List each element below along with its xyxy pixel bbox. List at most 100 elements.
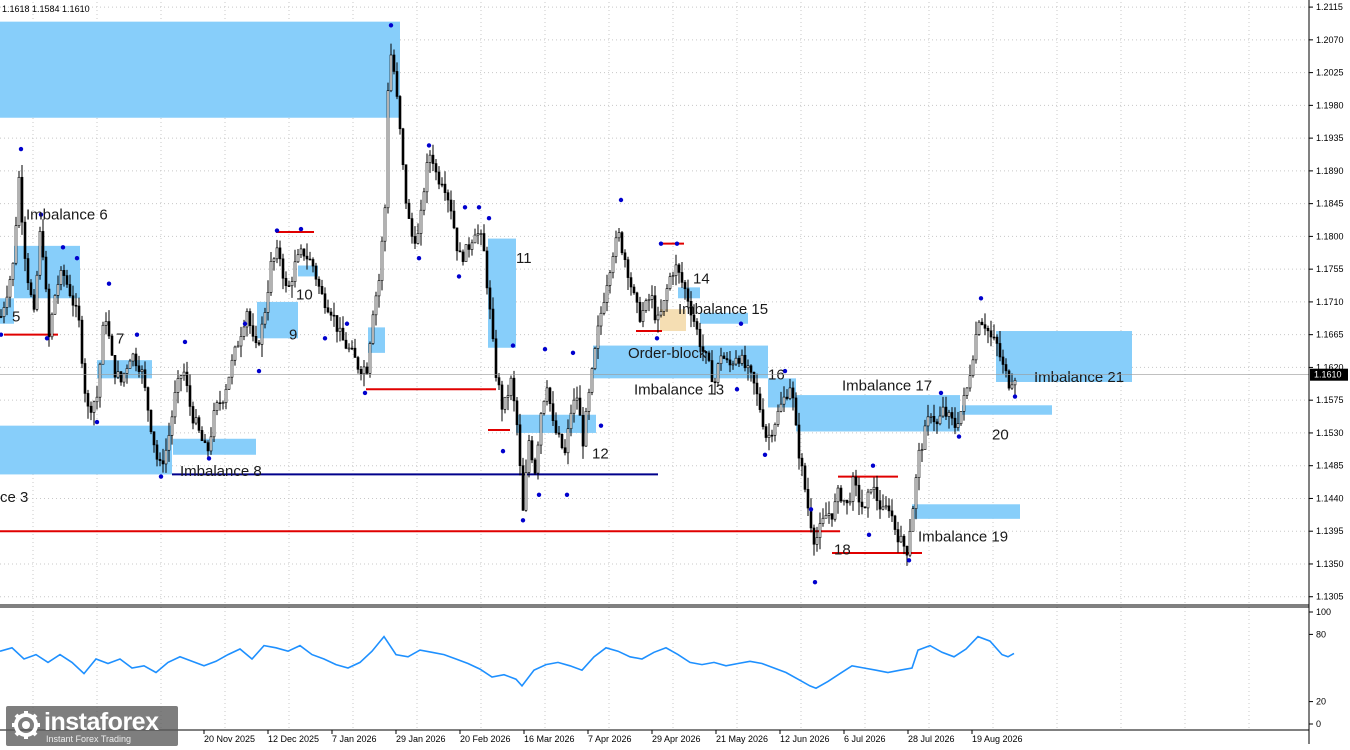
candle-body [41,231,45,258]
candle-body [29,282,33,296]
candle-body [578,397,582,416]
candle-body [959,411,963,425]
candle-body [860,501,864,508]
candle-body [452,210,456,229]
candle-body [53,295,57,315]
zone-label: 12 [592,445,609,462]
candle-body [794,397,798,426]
candle-body [314,265,318,280]
candle-body [191,406,195,424]
candle-body [575,397,579,401]
price-tick-label: 1.1890 [1316,166,1344,176]
candle-body [95,396,99,403]
candle-body [764,426,768,438]
candle-body [836,487,840,503]
candle-body [503,396,507,410]
candle-body [473,234,477,244]
candle-body [674,264,678,276]
candle-body [773,424,777,436]
swing-point [870,463,876,468]
candle-body [761,409,765,427]
candle-body [413,236,417,244]
candle-body [65,275,69,285]
price-tick-label: 1.1800 [1316,231,1344,241]
candle-body [872,486,876,490]
swing-point [134,332,140,337]
candle-body [0,316,3,318]
candle-body [104,321,108,326]
candle-body [1013,380,1017,386]
swing-point [362,390,368,396]
candle-body [68,284,72,297]
zone-label: Imbalance 17 [842,378,932,395]
candle-body [518,424,522,466]
candle-body [389,54,393,92]
candle-body [542,400,546,414]
candle-body [581,415,585,447]
candle-body [71,295,75,306]
candle-body [458,250,462,253]
candle-body [203,440,207,443]
candle-body [893,515,897,530]
price-tick-label: 1.1980 [1316,100,1344,110]
osc-tick-label: 0 [1316,719,1321,729]
candle-body [302,248,306,257]
zone-label: Imbalance 6 [26,207,108,224]
candle-body [614,237,618,257]
candle-body [740,354,744,364]
candle-body [83,363,87,394]
candle-body [326,307,330,313]
candle-body [5,296,9,308]
candle-body [818,523,822,538]
zone-label: 10 [296,287,313,304]
candle-body [170,416,174,436]
candle-body [101,324,105,365]
swing-point [44,336,50,341]
candle-body [596,325,600,349]
candle-body [506,395,510,398]
candle-body [659,311,663,316]
candle-body [563,447,567,454]
candle-body [89,405,93,413]
candle-body [299,248,303,256]
swing-point [938,390,944,396]
candle-body [395,71,399,97]
candle-body [806,489,810,509]
candle-body [476,233,480,236]
candle-body [620,232,624,254]
candle-body [731,363,735,366]
watermark-tagline: Instant Forex Trading [46,734,132,744]
swing-point [426,143,432,148]
swing-point [298,226,304,232]
candle-body [242,326,246,337]
candle-body [383,207,387,242]
candle-body [845,499,849,504]
swing-point [18,146,24,152]
candle-body [932,415,936,423]
candle-body [164,449,168,465]
swing-point [462,205,468,210]
swing-point [0,332,4,337]
candle-body [491,308,495,340]
candle-body [17,176,21,226]
candle-body [791,387,795,399]
candle-body [482,233,486,252]
candle-body [188,385,192,407]
candle-body [470,242,474,250]
candle-body [521,465,525,511]
swing-point [256,368,262,374]
price-tick-label: 1.1935 [1316,133,1344,143]
candle-body [86,393,90,407]
chart-canvas[interactable]: Imbalance 6 5 7 9 10 11 Imbalance 8 ce 3 12 14 Imb… [0,0,1350,750]
instaforex-watermark: instaforex Instant Forex Trading [6,706,178,746]
candle-body [479,233,483,235]
imbalance-17 [796,395,960,432]
candle-body [146,387,150,411]
date-tick-label: 20 Feb 2026 [460,734,511,744]
candle-body [1010,384,1014,389]
trading-chart[interactable]: Imbalance 6 5 7 9 10 11 Imbalance 8 ce 3 12 14 Imb… [0,0,1350,750]
candle-body [650,295,654,300]
candle-body [401,128,405,166]
candle-body [677,264,681,273]
swing-point [520,518,526,523]
